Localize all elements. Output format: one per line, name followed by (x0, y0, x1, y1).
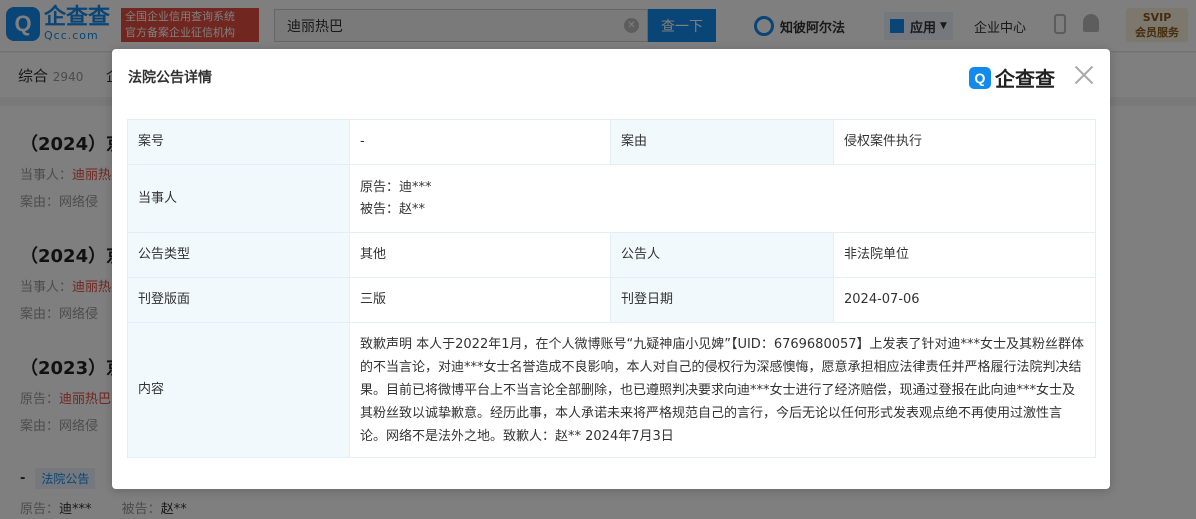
announcement-type-label: 公告类型 (127, 232, 350, 278)
publication-page-label: 刊登版面 (127, 277, 350, 323)
table-row: 案号 - 案由 侵权案件执行 (127, 119, 1096, 165)
modal-qcc-logo: Q 企查查 (969, 63, 1055, 92)
announcement-type-value: 其他 (349, 232, 611, 278)
defendant-value: 被告：赵** (360, 201, 426, 217)
content-label: 内容 (127, 322, 350, 458)
case-cause-label: 案由 (610, 119, 834, 165)
modal-title: 法院公告详情 (128, 70, 212, 86)
close-icon[interactable] (1072, 63, 1096, 87)
qcc-logo-icon: Q (969, 66, 991, 89)
modal-logo-text: 企查查 (995, 67, 1055, 91)
publication-date-label: 刊登日期 (610, 277, 834, 323)
table-row: 公告类型 其他 公告人 非法院单位 (127, 232, 1096, 278)
publication-page-value: 三版 (349, 277, 611, 323)
table-row: 当事人 原告：迪*** 被告：赵** (127, 164, 1096, 233)
plaintiff-value: 原告：迪*** (360, 179, 432, 195)
announcer-label: 公告人 (610, 232, 834, 278)
announcement-detail-table: 案号 - 案由 侵权案件执行 当事人 原告：迪*** 被告：赵** 公告类型 其… (127, 119, 1096, 458)
table-row: 内容 致歉声明 本人于2022年1月，在个人微博账号“九疑神庙小见婢”【UID：… (127, 322, 1096, 458)
case-cause-value: 侵权案件执行 (833, 119, 1096, 165)
parties-value: 原告：迪*** 被告：赵** (349, 164, 1096, 233)
parties-label: 当事人 (127, 164, 350, 233)
modal-header: 法院公告详情 Q 企查查 (112, 49, 1110, 103)
content-value: 致歉声明 本人于2022年1月，在个人微博账号“九疑神庙小见婢”【UID：676… (349, 322, 1096, 458)
case-number-label: 案号 (127, 119, 350, 165)
court-announcement-detail-modal: 法院公告详情 Q 企查查 案号 - 案由 侵权案件执行 当事人 原告：迪*** … (112, 49, 1110, 489)
table-row: 刊登版面 三版 刊登日期 2024-07-06 (127, 277, 1096, 323)
publication-date-value: 2024-07-06 (833, 277, 1096, 323)
announcer-value: 非法院单位 (833, 232, 1096, 278)
case-number-value: - (349, 119, 611, 165)
